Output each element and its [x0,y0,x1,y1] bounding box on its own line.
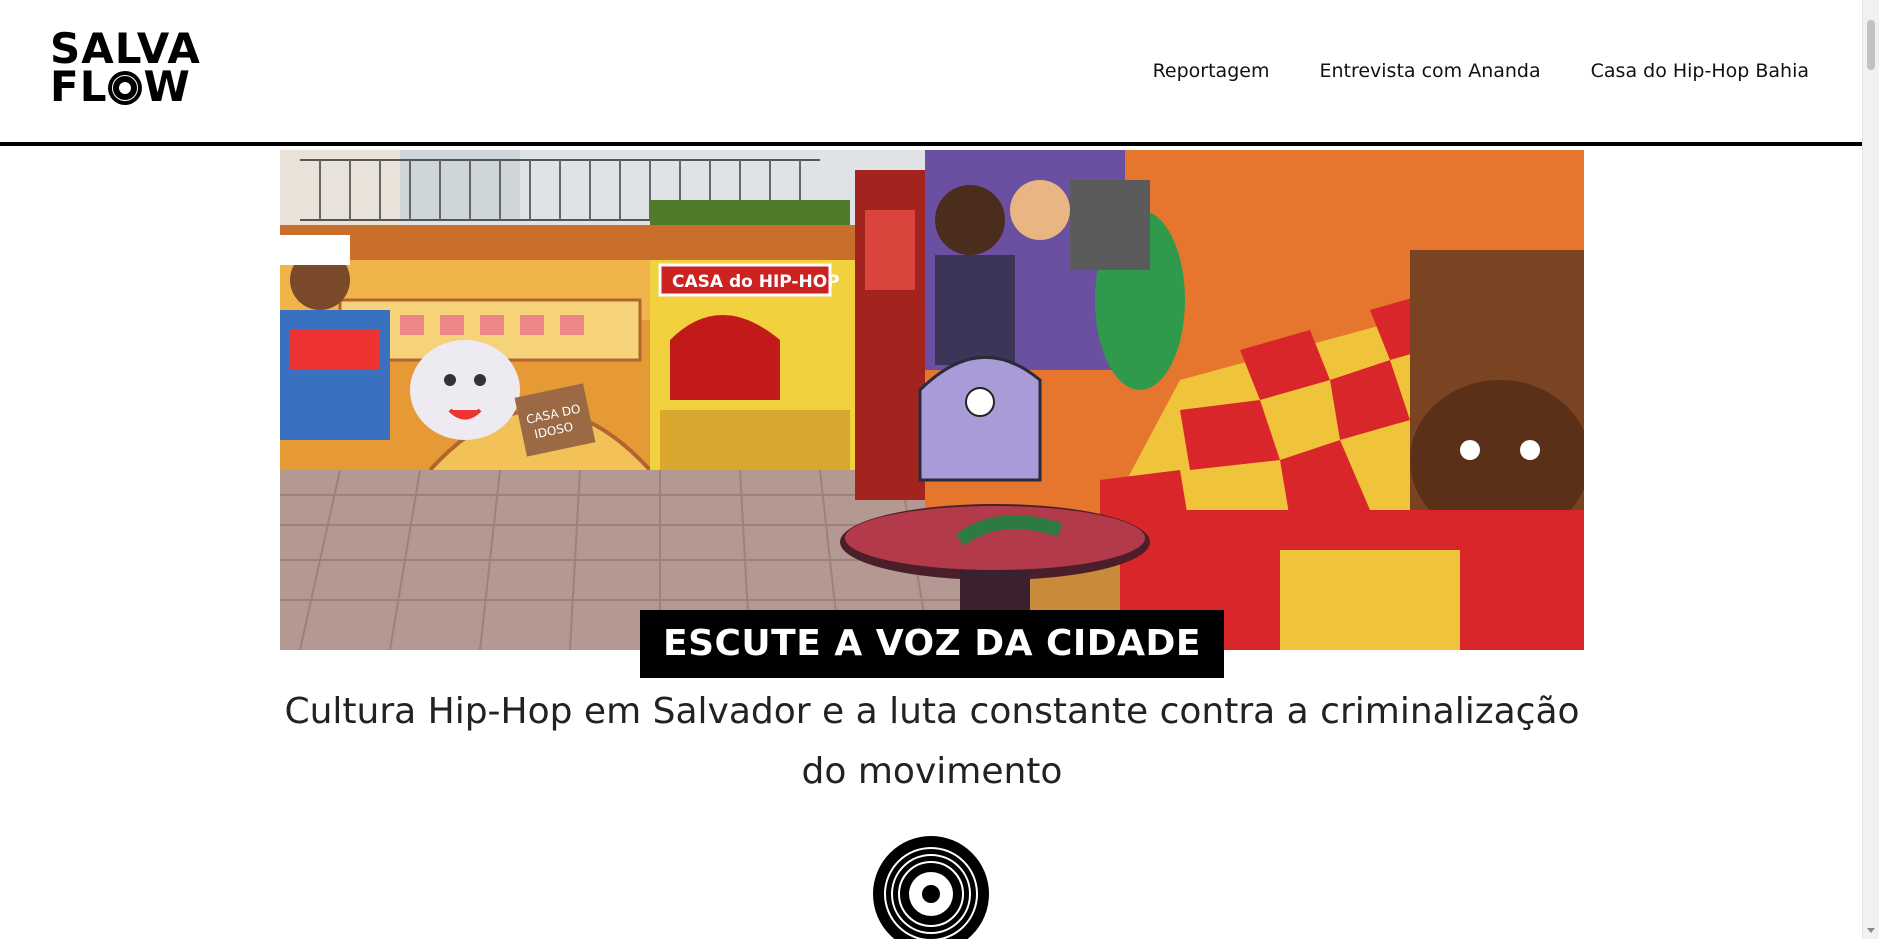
main-nav: Reportagem Entrevista com Ananda Casa do… [1103,60,1809,82]
salva-flow-logo[interactable]: SALVA FL W [50,28,222,112]
logo-line-2: FL W [50,66,222,108]
site-header: SALVA FL W Reportagem Entrevista com Anan… [0,0,1862,146]
vinyl-record-icon [873,836,989,939]
hero-image: CASA DO IDOSO CASA do HIP-HOP [280,150,1584,650]
subtitle-line-2: do movimento [801,751,1063,792]
hero-banner: ESCUTE A VOZ DA CIDADE [640,610,1224,678]
page: SALVA FL W Reportagem Entrevista com Anan… [0,0,1879,939]
nav-item-reportagem[interactable]: Reportagem [1153,60,1270,82]
logo-line-2-start: FL [50,62,108,111]
logo-line-2-end: W [143,62,191,111]
scrollbar-thumb[interactable] [1867,20,1875,70]
mural-sign-text: CASA do HIP-HOP [672,272,840,292]
vinyl-record-icon [108,71,143,105]
nav-item-casa-hip-hop[interactable]: Casa do Hip-Hop Bahia [1591,60,1809,82]
page-subtitle: Cultura Hip-Hop em Salvador e a luta con… [280,682,1584,802]
subtitle-line-1: Cultura Hip-Hop em Salvador e a luta con… [284,691,1580,732]
nav-item-entrevista[interactable]: Entrevista com Ananda [1319,60,1540,82]
page-scrollbar[interactable] [1862,0,1879,939]
scroll-down-arrow-icon[interactable] [1867,928,1875,933]
graffiti-mural-photo: CASA DO IDOSO CASA do HIP-HOP [280,150,1584,650]
